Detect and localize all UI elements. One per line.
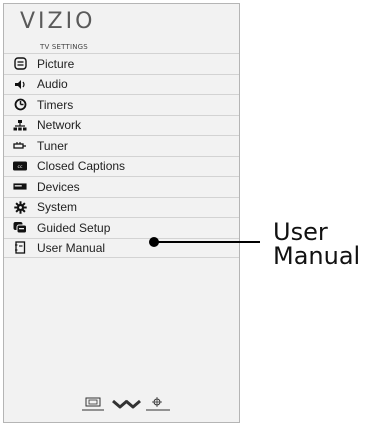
settings-menu-panel: VIZIO TV SETTINGS Picture Audio Timers N…: [3, 3, 240, 423]
menu-item-label: User Manual: [37, 240, 106, 255]
bottom-nav-bar: [64, 396, 194, 416]
gear-icon: [13, 200, 27, 214]
settings-menu: Picture Audio Timers Network Tuner cc Cl…: [4, 53, 239, 258]
menu-item-label: Picture: [37, 56, 75, 71]
menu-item-tuner[interactable]: Tuner: [4, 135, 239, 156]
svg-text:cc: cc: [18, 165, 23, 170]
menu-item-label: Audio: [37, 77, 68, 92]
menu-item-label: Tuner: [37, 138, 68, 153]
menu-item-network[interactable]: Network: [4, 114, 239, 136]
brand-logo: VIZIO: [20, 9, 96, 34]
callout-label: User Manual: [273, 220, 360, 268]
menu-item-label: Guided Setup: [37, 220, 111, 235]
menu-item-label: Timers: [37, 97, 74, 112]
menu-item-picture[interactable]: Picture: [4, 53, 239, 74]
menu-item-label: System: [37, 200, 78, 215]
devices-icon: [13, 180, 27, 194]
menu-item-closed-captions[interactable]: cc Closed Captions: [4, 155, 239, 177]
clock-icon: [13, 98, 27, 112]
input-icon[interactable]: [82, 397, 104, 411]
menu-item-timers[interactable]: Timers: [4, 94, 239, 115]
section-title: TV SETTINGS: [40, 43, 88, 51]
callout-line-2: Manual: [273, 242, 361, 270]
menu-item-system[interactable]: System: [4, 196, 239, 218]
picture-icon: [13, 57, 27, 71]
callout-leader-line: [150, 241, 260, 243]
menu-item-label: Closed Captions: [37, 159, 126, 174]
antenna-icon: [13, 139, 27, 153]
settings-icon[interactable]: [146, 397, 170, 411]
menu-item-audio[interactable]: Audio: [4, 73, 239, 95]
menu-item-label: Devices: [37, 179, 80, 194]
manual-icon: [13, 241, 27, 255]
menu-item-guided-setup[interactable]: Guided Setup: [4, 217, 239, 238]
speaker-icon: [13, 77, 27, 91]
menu-item-label: Network: [37, 118, 82, 133]
network-icon: [13, 118, 27, 132]
callout-line-1: User: [273, 218, 328, 246]
closed-captions-icon: cc: [13, 159, 27, 173]
chevron-down-icon[interactable]: [112, 399, 141, 409]
guided-setup-icon: [13, 221, 27, 235]
menu-item-devices[interactable]: Devices: [4, 176, 239, 197]
